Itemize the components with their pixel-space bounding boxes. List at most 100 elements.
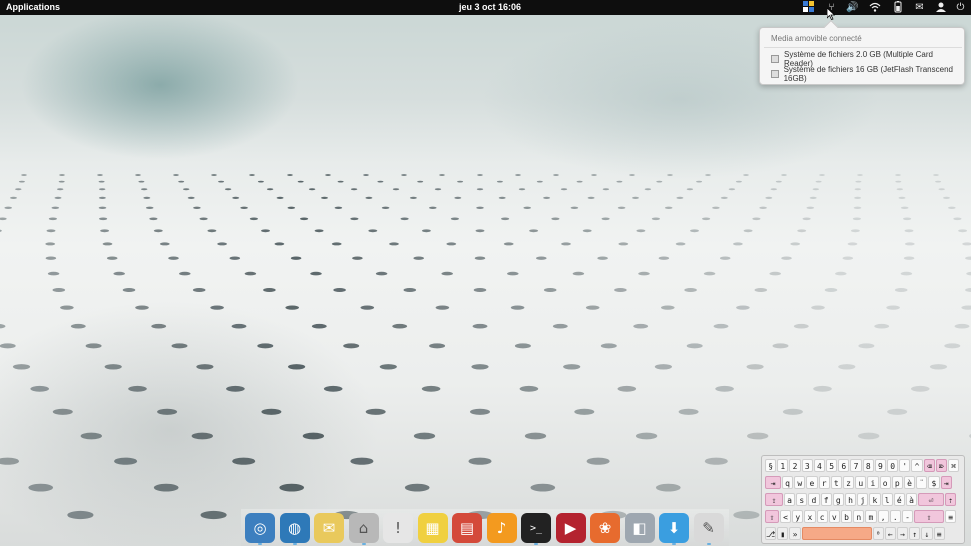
user-icon[interactable]: [934, 1, 947, 14]
notes-bubble-icon[interactable]: !: [383, 513, 413, 543]
keyboard-key[interactable]: ▮: [777, 527, 789, 540]
keyboard-key[interactable]: ≡: [933, 527, 945, 540]
keyboard-key[interactable]: z: [842, 476, 855, 489]
keyboard-key[interactable]: ⇪: [765, 493, 783, 506]
keyboard-key[interactable]: y: [792, 510, 804, 523]
keyboard-key[interactable]: ⇡: [945, 493, 957, 506]
wallpaper-dot: [965, 256, 971, 260]
keyboard-key[interactable]: d: [808, 493, 820, 506]
mail-icon[interactable]: ✉: [913, 1, 926, 14]
keyboard-key[interactable]: e: [806, 476, 818, 489]
keyboard-key[interactable]: §: [765, 459, 777, 472]
software-center-icon[interactable]: ⬇: [659, 513, 689, 543]
keyboard-key[interactable]: ⇧: [914, 510, 945, 523]
keyboard-key[interactable]: ⁰: [872, 527, 884, 540]
multitasking-icon[interactable]: [802, 1, 815, 14]
keyboard-key[interactable]: ': [899, 459, 911, 472]
keyboard-key[interactable]: »: [789, 527, 801, 540]
keyboard-key[interactable]: è: [903, 476, 916, 489]
space-key[interactable]: [801, 527, 872, 540]
keyboard-key[interactable]: ←: [884, 527, 896, 540]
keyboard-key[interactable]: ↓: [921, 527, 933, 540]
keyboard-key[interactable]: p: [891, 476, 903, 489]
keyboard-key[interactable]: ^: [911, 459, 923, 472]
keyboard-key[interactable]: 8: [862, 459, 874, 472]
keyboard-key[interactable]: m: [865, 510, 877, 523]
keyboard-key[interactable]: $: [928, 476, 940, 489]
keyboard-key[interactable]: a: [783, 493, 796, 506]
keyboard-key[interactable]: 2: [789, 459, 801, 472]
keyboard-key[interactable]: t: [830, 476, 842, 489]
keyboard-key[interactable]: ,: [877, 510, 889, 523]
wifi-icon[interactable]: [868, 1, 881, 14]
keyboard-key[interactable]: x: [804, 510, 816, 523]
keyboard-key[interactable]: 0: [887, 459, 899, 472]
keyboard-key[interactable]: o: [879, 476, 891, 489]
keyboard-key[interactable]: u: [855, 476, 867, 489]
office-icon[interactable]: ▦: [417, 513, 448, 543]
keyboard-key[interactable]: ≡: [945, 510, 957, 523]
terminal-icon[interactable]: >_: [521, 513, 551, 543]
keyboard-key[interactable]: 6: [838, 459, 850, 472]
keyboard-key[interactable]: ⌘: [948, 459, 960, 472]
media-item-card-reader[interactable]: Système de fichiers 2.0 GB (Multiple Car…: [771, 50, 964, 68]
wallpaper-dot: [104, 364, 122, 370]
video-icon[interactable]: ▶: [555, 513, 586, 543]
applications-menu[interactable]: Applications: [6, 2, 60, 12]
power-icon[interactable]: ⏻: [954, 1, 967, 14]
keyboard-key[interactable]: s: [796, 493, 808, 506]
keyboard-key[interactable]: n: [853, 510, 865, 523]
keyboard-key[interactable]: g: [832, 493, 844, 506]
keyboard-key[interactable]: →: [896, 527, 909, 540]
keyboard-key[interactable]: j: [857, 493, 869, 506]
keyboard-key[interactable]: v: [828, 510, 840, 523]
keyboard-key[interactable]: à: [905, 493, 918, 506]
wallpaper-dot: [207, 229, 217, 233]
keyboard-key[interactable]: 3: [801, 459, 813, 472]
drive-icon: [771, 55, 779, 63]
wallpaper-dot: [171, 343, 188, 349]
keyboard-key[interactable]: l: [881, 493, 893, 506]
keyboard-key[interactable]: i: [867, 476, 879, 489]
keyboard-key[interactable]: k: [869, 493, 881, 506]
keyboard-key[interactable]: h: [844, 493, 857, 506]
keyboard-key[interactable]: b: [840, 510, 853, 523]
keyboard-key[interactable]: r: [818, 476, 830, 489]
volume-icon[interactable]: 🔊: [846, 1, 859, 14]
keyboard-key[interactable]: ⇧: [765, 510, 779, 523]
keyboard-key[interactable]: 5: [826, 459, 838, 472]
calendar-icon[interactable]: ▤: [452, 513, 482, 543]
keyboard-key[interactable]: 1: [777, 459, 789, 472]
text-editor-icon[interactable]: ✎: [693, 513, 724, 543]
keyboard-key[interactable]: 9: [874, 459, 887, 472]
wallpaper-dot: [858, 343, 875, 349]
keyboard-key[interactable]: é: [893, 493, 905, 506]
keyboard-key[interactable]: -: [901, 510, 914, 523]
keyboard-key[interactable]: ⇥: [765, 476, 781, 489]
photos-icon[interactable]: ❀: [590, 513, 620, 543]
keyboard-key[interactable]: 7: [850, 459, 862, 472]
switchboard-icon[interactable]: ◧: [624, 513, 655, 543]
keyboard-key[interactable]: ⌫: [923, 459, 935, 472]
music-icon[interactable]: ♪: [486, 513, 517, 543]
keyboard-key[interactable]: <: [779, 510, 792, 523]
keyboard-key[interactable]: ↑: [909, 527, 921, 540]
keyboard-key[interactable]: f: [820, 493, 832, 506]
keyboard-key[interactable]: 4: [813, 459, 826, 472]
keyboard-key[interactable]: .: [889, 510, 901, 523]
web-browser-icon[interactable]: ◍: [279, 513, 310, 543]
mail-app-icon[interactable]: ✉: [314, 513, 344, 543]
panel-clock[interactable]: jeu 3 oct 16:06: [459, 2, 521, 12]
keyboard-key[interactable]: ¨: [916, 476, 928, 489]
keyboard-key[interactable]: ⎇: [765, 527, 777, 540]
keyboard-key[interactable]: c: [816, 510, 828, 523]
chromium-icon[interactable]: ◎: [245, 513, 275, 543]
files-icon[interactable]: ⌂: [348, 513, 379, 543]
keyboard-key[interactable]: ⇥: [940, 476, 952, 489]
keyboard-key[interactable]: ⌦: [935, 459, 948, 472]
media-item-jetflash[interactable]: Système de fichiers 16 GB (JetFlash Tran…: [771, 65, 964, 83]
keyboard-key[interactable]: q: [781, 476, 794, 489]
keyboard-key[interactable]: w: [794, 476, 806, 489]
keyboard-key[interactable]: ⏎: [918, 493, 945, 506]
battery-icon[interactable]: [891, 1, 904, 14]
